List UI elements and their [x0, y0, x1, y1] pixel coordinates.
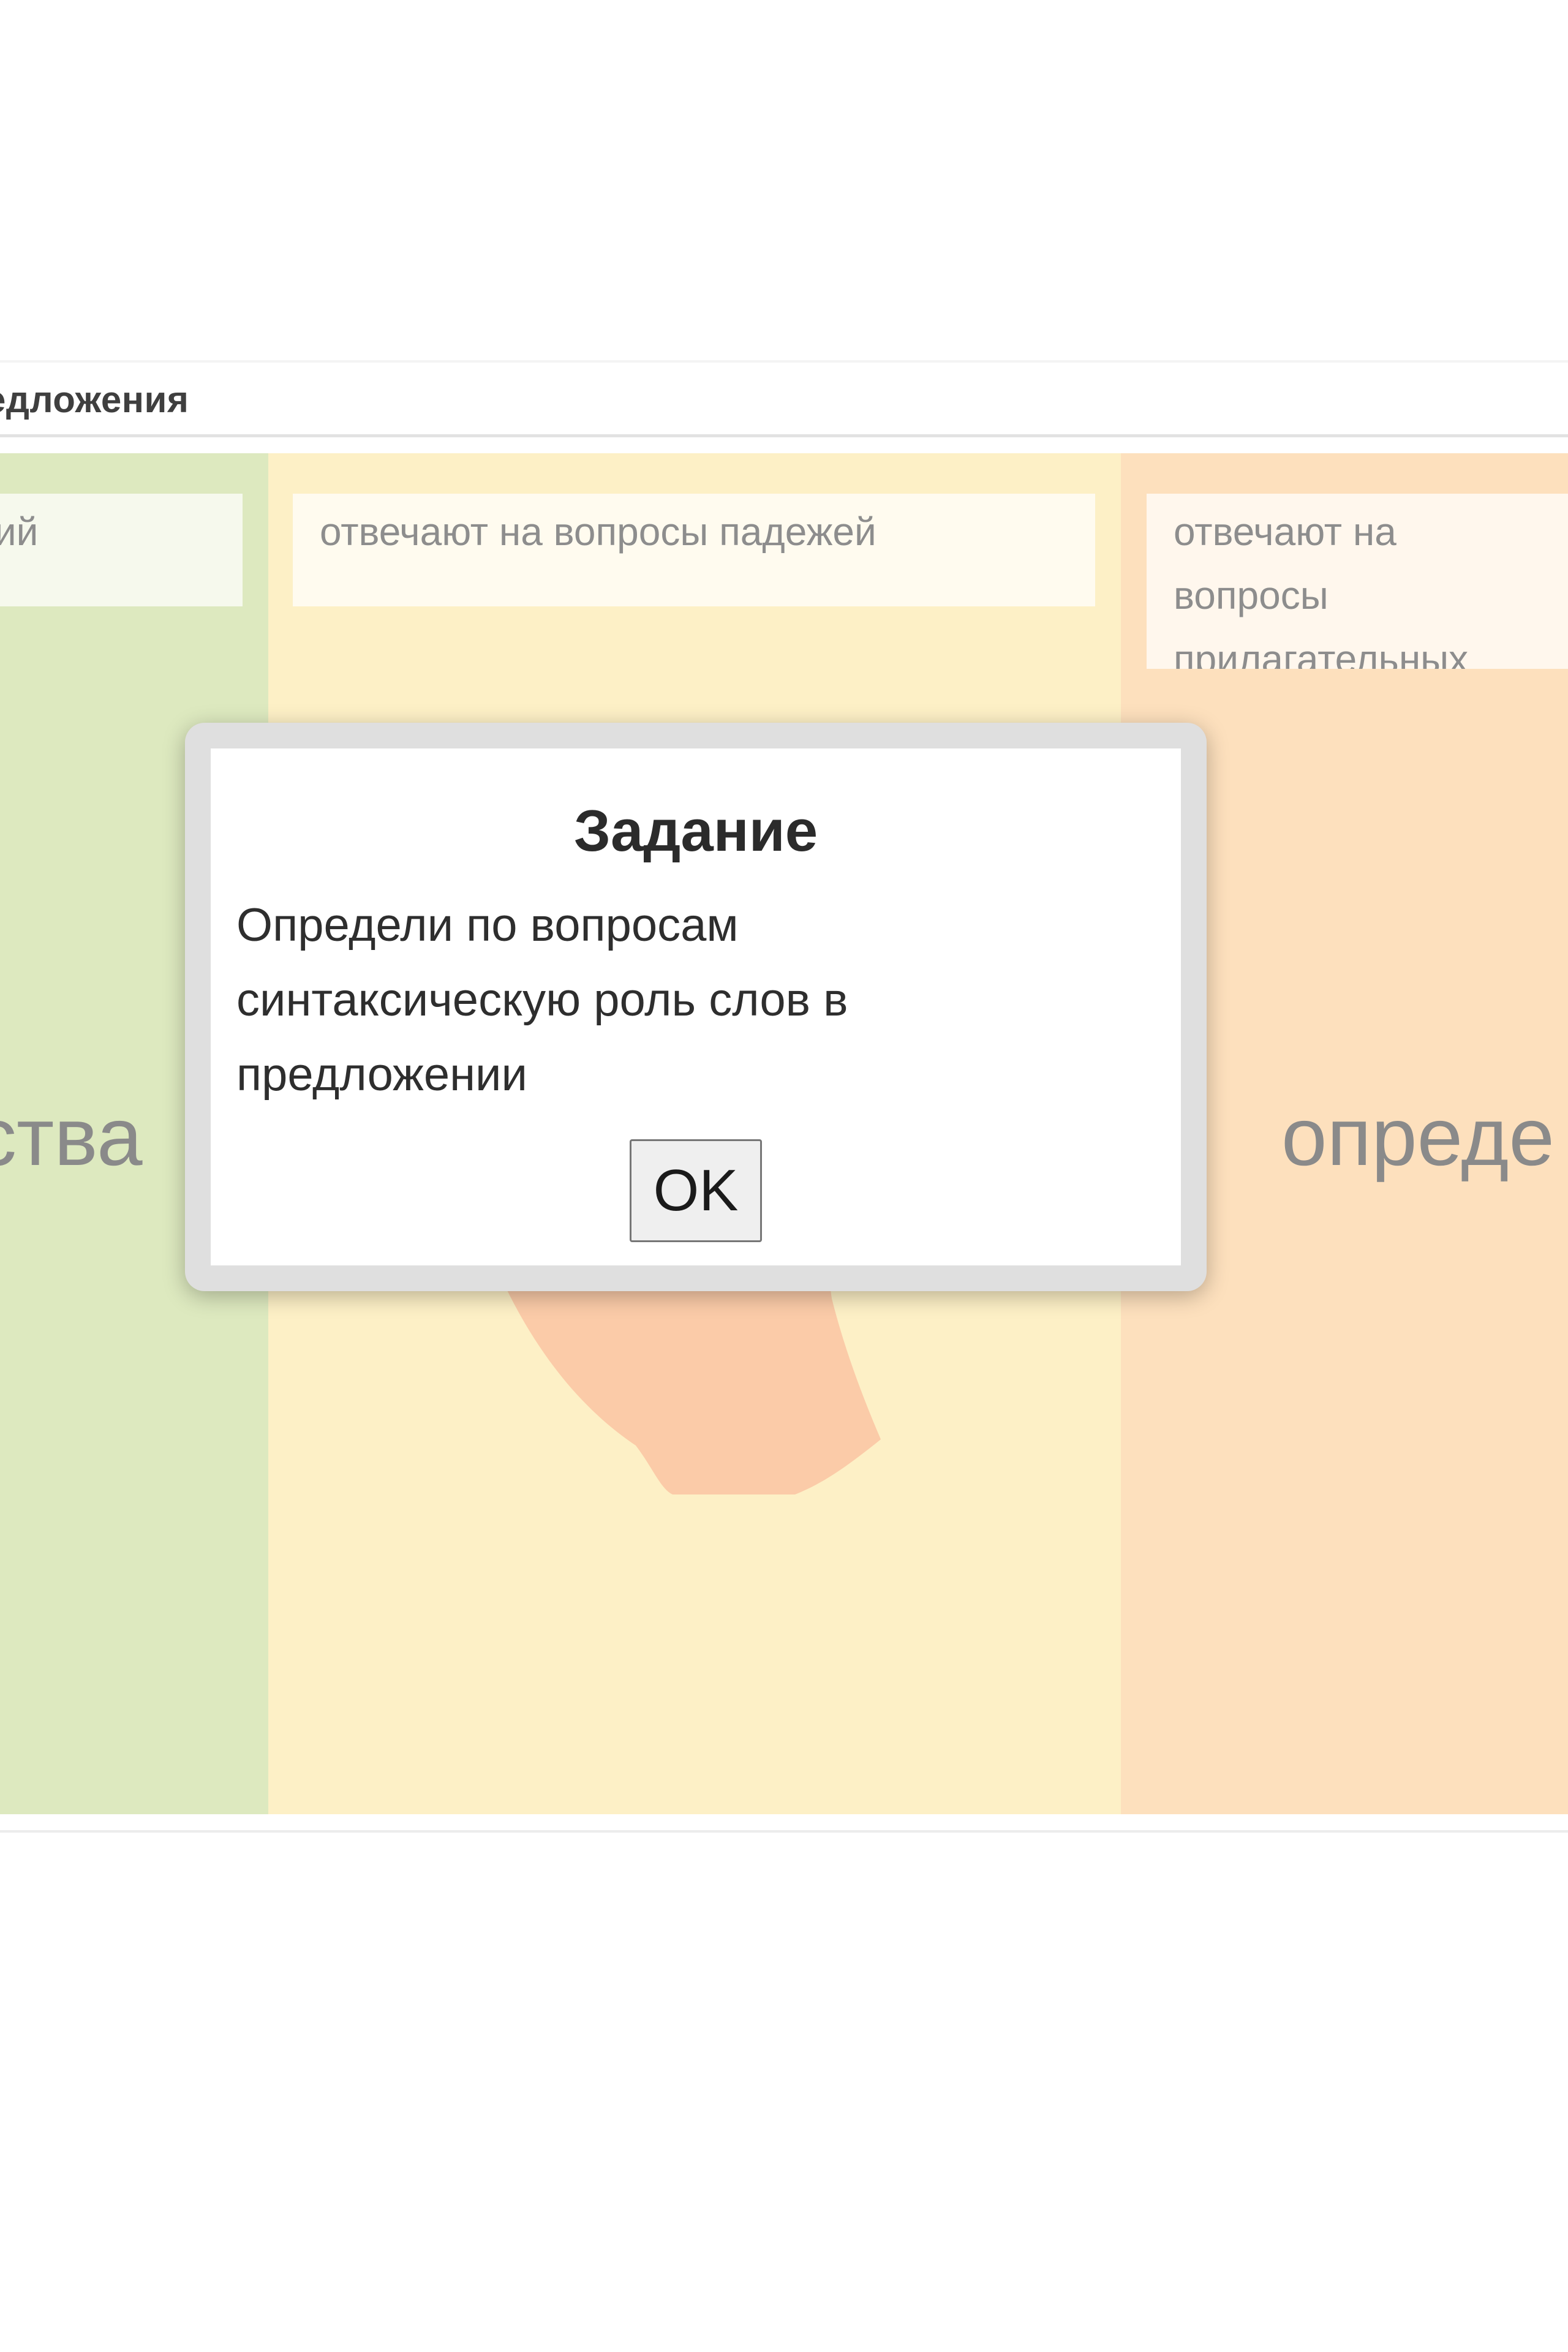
- column-word: опреде: [1281, 1091, 1555, 1183]
- column-card[interactable]: отвечают на вопросы падежей: [293, 494, 1095, 606]
- task-dialog-content: Задание Определи по вопросам синтаксичес…: [211, 748, 1181, 1265]
- app-title: едложения: [0, 379, 189, 420]
- dialog-message: Определи по вопросам синтаксическую роль…: [236, 899, 848, 1101]
- page: едложения ечий ства отвечают на вопросы …: [0, 0, 1568, 2352]
- task-dialog: Задание Определи по вопросам синтаксичес…: [185, 723, 1207, 1291]
- ok-button[interactable]: OK: [630, 1139, 762, 1242]
- column-card[interactable]: отвечают на вопросы прилагательных: [1147, 494, 1568, 669]
- column-card[interactable]: ечий: [0, 494, 243, 606]
- column-word: ства: [0, 1091, 143, 1183]
- title-bar: едложения: [0, 363, 1568, 437]
- dialog-title: Задание: [573, 798, 818, 864]
